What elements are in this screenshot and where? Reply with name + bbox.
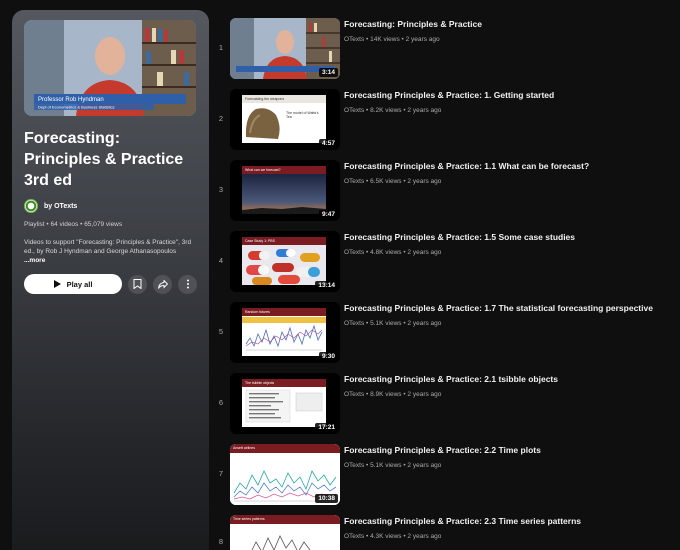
share-icon [157,279,168,289]
video-title[interactable]: Forecasting Principles & Practice: 1.7 T… [344,303,653,313]
slide-title: The tsibble objects [242,379,326,387]
video-row[interactable]: 3 What can we forecast? 9:47 Forecasting… [210,152,680,221]
slide-title: Forecasting the weapons [242,95,326,103]
video-row[interactable]: 6 The tsibble objects 17:21 Forecasting … [210,365,680,434]
video-duration: 17:21 [315,423,338,432]
play-all-label: Play all [66,279,93,289]
video-title[interactable]: Forecasting Principles & Practice: 2.1 t… [344,374,558,384]
play-all-button[interactable]: Play all [24,274,122,294]
video-meta: OTexts • 8.9K views • 2 years ago [344,391,442,398]
video-duration: 13:14 [315,281,338,290]
video-meta: OTexts • 5.1K views • 2 years ago [344,462,442,469]
slide-title: Case Study 1: PBS [242,237,326,245]
video-thumbnail[interactable]: 3:14 [230,18,340,79]
slide-preview: The tsibble objects [242,379,326,427]
video-row[interactable]: 2 Forecasting the weapons The model of W… [210,81,680,150]
channel-avatar[interactable] [24,199,38,213]
slide-title: What can we forecast? [242,166,326,174]
video-thumbnail[interactable]: What can we forecast? 9:47 [230,160,340,221]
playlist-stats: Playlist • 64 videos • 65,079 views [24,221,123,228]
video-row[interactable]: 5 Random futures 9:30 Forecasting Princi… [210,294,680,363]
share-button[interactable] [153,274,172,294]
more-actions-button[interactable] [178,274,197,294]
playlist-header-panel: Professor Rob Hyndman Dept of Econometri… [12,10,209,550]
video-title[interactable]: Forecasting Principles & Practice: 2.3 T… [344,516,581,526]
slide-preview: Time series patterns [230,515,340,550]
slide-title: Time series patterns [230,515,340,524]
slide-text: The model of Watts's Tea [286,111,319,119]
slide-preview: What can we forecast? [242,166,326,214]
video-index: 2 [218,114,224,123]
video-title[interactable]: Forecasting Principles & Practice: 2.2 T… [344,445,541,455]
video-thumbnail[interactable]: Time series patterns [230,515,340,550]
video-thumbnail[interactable]: Case Study 1: PBS 13:14 [230,231,340,292]
slide-preview: Random futures [242,308,326,356]
video-title[interactable]: Forecasting: Principles & Practice [344,19,482,29]
video-row[interactable]: 1 3:14 Forecasting: Principles & Practic… [210,10,680,79]
save-button[interactable] [128,274,147,294]
video-meta: OTexts • 6.5K views • 2 years ago [344,178,442,185]
description-text: Videos to support "Forecasting: Principl… [24,239,192,255]
play-icon [53,280,61,288]
video-meta: OTexts • 4.3K views • 2 years ago [344,533,442,540]
video-meta: OTexts • 5.1K views • 2 years ago [344,320,442,327]
bookmark-icon [133,279,142,289]
video-index: 8 [218,537,224,546]
video-duration: 10:38 [315,494,338,503]
video-duration: 9:47 [318,210,338,219]
video-index: 7 [218,469,224,478]
slide-title: Random futures [242,308,326,316]
more-link[interactable]: ...more [24,257,45,264]
video-index: 3 [218,185,224,194]
video-title[interactable]: Forecasting Principles & Practice: 1.5 S… [344,232,575,242]
slide-title: Ansett airlines [230,444,340,453]
owner-row[interactable]: by OTexts [24,199,197,213]
video-index: 1 [218,43,224,52]
video-meta: OTexts • 4.8K views • 2 years ago [344,249,442,256]
playlist-description: Videos to support "Forecasting: Principl… [24,238,196,265]
video-row[interactable]: 4 Case Study 1: PBS 13:14 Forecasting Pr… [210,223,680,292]
video-index: 4 [218,256,224,265]
video-duration: 9:30 [318,352,338,361]
channel-name[interactable]: by OTexts [44,203,77,210]
video-thumbnail[interactable]: Forecasting the weapons The model of Wat… [230,89,340,150]
playlist-actions: Play all [24,274,197,294]
video-index: 5 [218,327,224,336]
video-thumbnail[interactable]: The tsibble objects 17:21 [230,373,340,434]
video-thumbnail[interactable]: Ansett airlines 10:38 [230,444,340,505]
video-title[interactable]: Forecasting Principles & Practice: 1.1 W… [344,161,589,171]
playlist-title: Forecasting: Principles & Practice 3rd e… [24,130,184,189]
thumb-caption-2: Dept of Econometrics & Business Statisti… [38,105,114,110]
video-meta: OTexts • 14K views • 2 years ago [344,36,440,43]
playlist-thumbnail[interactable]: Professor Rob Hyndman Dept of Econometri… [24,20,196,116]
video-meta: OTexts • 8.2K views • 2 years ago [344,107,442,114]
slide-preview: Forecasting the weapons The model of Wat… [242,95,326,143]
slide-preview: Case Study 1: PBS [242,237,326,285]
video-thumbnail[interactable]: Random futures 9:30 [230,302,340,363]
video-row[interactable]: 8 Time series patterns Forecasting Princ… [210,507,680,550]
more-vert-icon [186,279,189,289]
video-duration: 3:14 [318,68,338,77]
video-title[interactable]: Forecasting Principles & Practice: 1. Ge… [344,90,554,100]
video-row[interactable]: 7 Ansett airlines 10:38 Forecasting Prin… [210,436,680,505]
video-index: 6 [218,398,224,407]
thumb-caption-1: Professor Rob Hyndman [38,97,104,103]
video-duration: 4:57 [318,139,338,148]
